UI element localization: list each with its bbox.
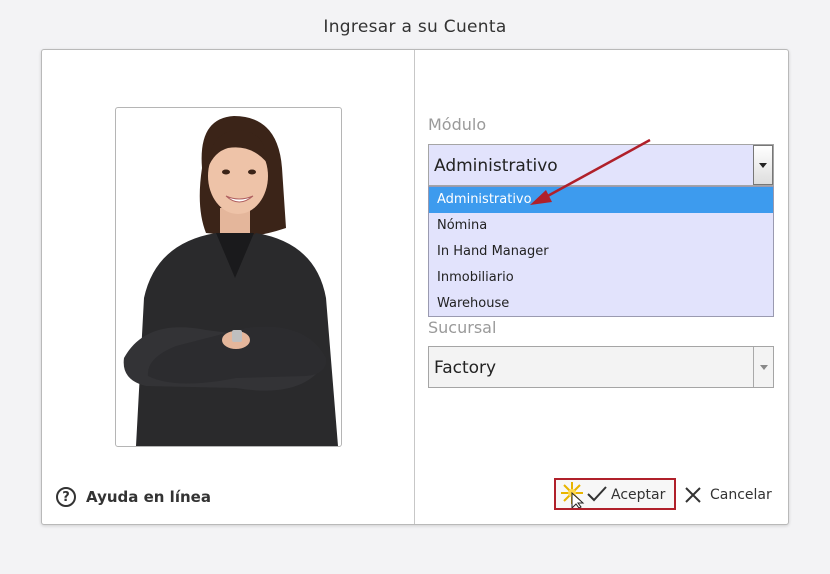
sucursal-select-value: Factory [434,358,497,378]
sucursal-label: Sucursal [428,318,497,337]
panel-divider [414,50,415,524]
modulo-label: Módulo [428,115,487,134]
modulo-dropdown-list: Administrativo Nómina In Hand Manager In… [428,186,774,317]
modulo-option-administrativo[interactable]: Administrativo [429,187,773,213]
chevron-down-icon [759,162,767,168]
cancel-label: Cancelar [710,487,772,503]
accept-button[interactable]: Aceptar [554,478,676,510]
modulo-option-inmobiliario[interactable]: Inmobiliario [429,265,773,291]
help-label: Ayuda en línea [86,488,211,506]
user-photo [115,107,342,447]
modulo-option-warehouse[interactable]: Warehouse [429,291,773,317]
chevron-down-icon [759,364,768,370]
dialog-title: Ingresar a su Cuenta [323,17,507,37]
login-dialog: ? Ayuda en línea Módulo Administrativo A… [41,49,789,525]
user-photo-illustration [123,116,338,446]
cancel-button[interactable]: Cancelar [684,484,772,506]
question-circle-icon: ? [56,487,76,507]
modulo-option-in-hand-manager[interactable]: In Hand Manager [429,239,773,265]
modulo-select[interactable]: Administrativo [428,144,774,186]
sucursal-dropdown-button[interactable] [753,347,773,387]
modulo-dropdown-button[interactable] [753,145,773,185]
help-online-link[interactable]: ? Ayuda en línea [56,485,211,509]
check-icon [561,482,607,508]
close-icon [685,487,701,503]
accept-label: Aceptar [611,487,666,503]
sucursal-select[interactable]: Factory [428,346,774,388]
modulo-select-value: Administrativo [434,156,558,176]
modulo-option-nomina[interactable]: Nómina [429,213,773,239]
